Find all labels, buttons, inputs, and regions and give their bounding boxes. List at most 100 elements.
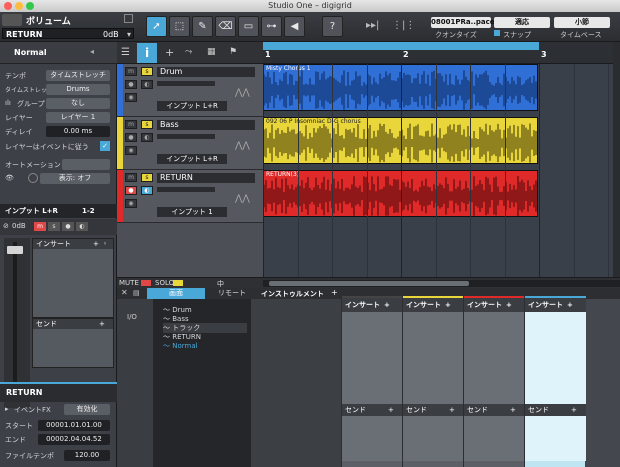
record-hand-icon[interactable] — [2, 14, 22, 26]
dropdown-icon[interactable]: ◂ — [90, 47, 94, 56]
loop-range[interactable] — [263, 42, 539, 50]
record-arm-button[interactable]: ● — [125, 80, 137, 89]
track-name[interactable]: RETURN — [157, 173, 255, 183]
link-icon[interactable]: ⊘ — [3, 222, 9, 230]
fader-knob[interactable] — [7, 246, 23, 254]
automation-lane-icon[interactable]: ⋀⋀ — [235, 194, 250, 204]
autoscroll-icon[interactable]: ▸▸| — [366, 20, 379, 31]
delay-value[interactable]: 0.00 ms — [46, 126, 110, 137]
solo-button[interactable]: s — [48, 222, 60, 231]
add-instrument-icon[interactable]: + — [331, 288, 338, 297]
horizontal-scrollbar[interactable] — [263, 280, 620, 287]
channel-insert-slots[interactable] — [342, 312, 403, 406]
solo-button[interactable]: s — [141, 120, 153, 129]
mute-tool-button[interactable]: ⊶ — [261, 16, 282, 37]
follow-events-checkbox[interactable]: ✓ — [100, 141, 110, 151]
layer-value[interactable]: レイヤー 1 — [46, 112, 110, 123]
vertical-scrollbar[interactable] — [613, 42, 620, 277]
list-icon[interactable]: ☰ — [121, 47, 130, 58]
help-button[interactable]: ? — [322, 16, 343, 37]
automation-lane-icon[interactable]: ⋀⋀ — [235, 88, 250, 98]
navigator-item[interactable]: 〜 Normal — [163, 341, 198, 351]
track-input-selector[interactable]: インプット L+R — [157, 154, 227, 164]
eye-icon[interactable]: 👁 — [5, 174, 14, 182]
track-selector[interactable]: RETURN 0dB ▾ — [2, 28, 134, 39]
input-monitor-button[interactable]: ◉ — [125, 199, 137, 208]
track-volume-fader[interactable] — [157, 187, 215, 192]
waveform-toggle-icon[interactable]: ⋮|⋮ — [392, 20, 415, 31]
automation-display-value[interactable]: 表示: オフ — [40, 173, 110, 184]
timebase-value[interactable]: 小節 — [554, 17, 610, 28]
channel-send-slots[interactable] — [525, 416, 586, 461]
monitor-button[interactable]: ◐ — [141, 80, 153, 89]
input-monitor-button[interactable]: ◉ — [125, 93, 137, 102]
insert-menu-icon[interactable]: ◦ — [103, 239, 107, 249]
end-value[interactable]: 00002.04.04.52 — [38, 434, 110, 445]
close-console-icon[interactable]: ✕ — [121, 288, 128, 297]
tempo-value[interactable]: タイムストレッチ — [46, 70, 110, 81]
file-tempo-value[interactable]: 120.00 — [64, 450, 110, 461]
monitor-button[interactable]: ◐ — [76, 222, 88, 231]
track-volume-fader[interactable] — [157, 134, 215, 139]
automation-field[interactable] — [62, 159, 110, 170]
add-insert-icon[interactable]: + — [567, 298, 573, 312]
track-header-1[interactable]: m s ● ◐ ◉ Drum ⋀⋀ インプット L+R — [117, 64, 263, 117]
add-send-icon[interactable]: + — [510, 404, 516, 416]
channel-send-slots[interactable] — [464, 416, 525, 461]
add-send-icon[interactable]: + — [99, 319, 105, 329]
start-value[interactable]: 00001.01.01.00 — [38, 420, 110, 431]
arrange-view[interactable]: Misty Chorus 1 092 06 P Insomniac D-G cho… — [263, 64, 620, 277]
add-insert-icon[interactable]: + — [506, 298, 512, 312]
global-solo-button[interactable] — [173, 280, 183, 286]
track-color-strip[interactable] — [117, 64, 123, 116]
close-window-button[interactable] — [4, 2, 12, 10]
range-tool-button[interactable]: ⬚ — [169, 16, 190, 37]
snap-icon[interactable] — [494, 30, 500, 36]
input-monitor-button[interactable]: ◉ — [125, 146, 137, 155]
track-volume-fader[interactable] — [157, 81, 215, 86]
console-layout-icon[interactable]: ▤ — [133, 289, 140, 297]
listen-tool-button[interactable]: ◀ — [284, 16, 305, 37]
record-arm-button[interactable]: ● — [125, 186, 137, 195]
channel-send-slots[interactable] — [403, 416, 464, 461]
timeline-ruler[interactable]: 1 2 3 — [263, 42, 620, 64]
paint-tool-button[interactable]: ▭ — [238, 16, 259, 37]
expand-icon[interactable] — [124, 14, 133, 23]
arrow-tool-button[interactable]: ➚ — [146, 16, 167, 37]
track-header-3[interactable]: m s ● ◐ ◉ RETURN ⋀⋀ インプット 1 — [117, 170, 263, 223]
automation-icon[interactable]: ⤳ — [185, 47, 192, 57]
channel-insert-slots[interactable] — [464, 312, 525, 406]
event-fx-arrow-icon[interactable]: ▸ — [5, 405, 9, 413]
channel-send-slots[interactable] — [342, 416, 403, 461]
zoom-window-button[interactable] — [26, 2, 34, 10]
event-fx-enable-button[interactable]: 有効化 — [64, 404, 110, 415]
group-value[interactable]: なし — [46, 98, 110, 109]
horizontal-scroll-thumb[interactable] — [269, 281, 469, 286]
add-send-icon[interactable]: + — [449, 404, 455, 416]
mute-button[interactable]: m — [34, 222, 46, 231]
tab-screen[interactable]: 画面 — [147, 288, 205, 299]
track-color-strip[interactable] — [117, 117, 123, 169]
record-arm-button[interactable]: ● — [125, 133, 137, 142]
add-send-icon[interactable]: + — [571, 404, 577, 416]
timestretch-value[interactable]: Drums — [46, 84, 110, 95]
add-send-icon[interactable]: + — [388, 404, 394, 416]
minimize-window-button[interactable] — [15, 2, 23, 10]
grid-icon[interactable]: ▦ — [207, 47, 216, 57]
solo-button[interactable]: s — [141, 173, 153, 182]
channel-insert-slots[interactable] — [403, 312, 464, 406]
automation-toggle[interactable] — [28, 173, 38, 183]
track-name[interactable]: Bass — [157, 120, 255, 130]
track-input-selector[interactable]: インプット L+R — [157, 101, 227, 111]
eraser-tool-button[interactable]: ⌫ — [215, 16, 236, 37]
quantize-value[interactable]: 適応 — [494, 17, 550, 28]
song-position-field[interactable]: 08001PRa..pace — [431, 17, 495, 28]
add-insert-icon[interactable]: + — [384, 298, 390, 312]
info-icon[interactable]: i — [137, 43, 157, 63]
track-header-2[interactable]: m s ● ◐ ◉ Bass ⋀⋀ インプット L+R — [117, 117, 263, 170]
add-insert-icon[interactable]: + — [93, 239, 99, 249]
empty-track-area[interactable] — [117, 223, 263, 277]
solo-button[interactable]: s — [141, 67, 153, 76]
add-insert-icon[interactable]: + — [445, 298, 451, 312]
monitor-button[interactable]: ◐ — [141, 133, 153, 142]
